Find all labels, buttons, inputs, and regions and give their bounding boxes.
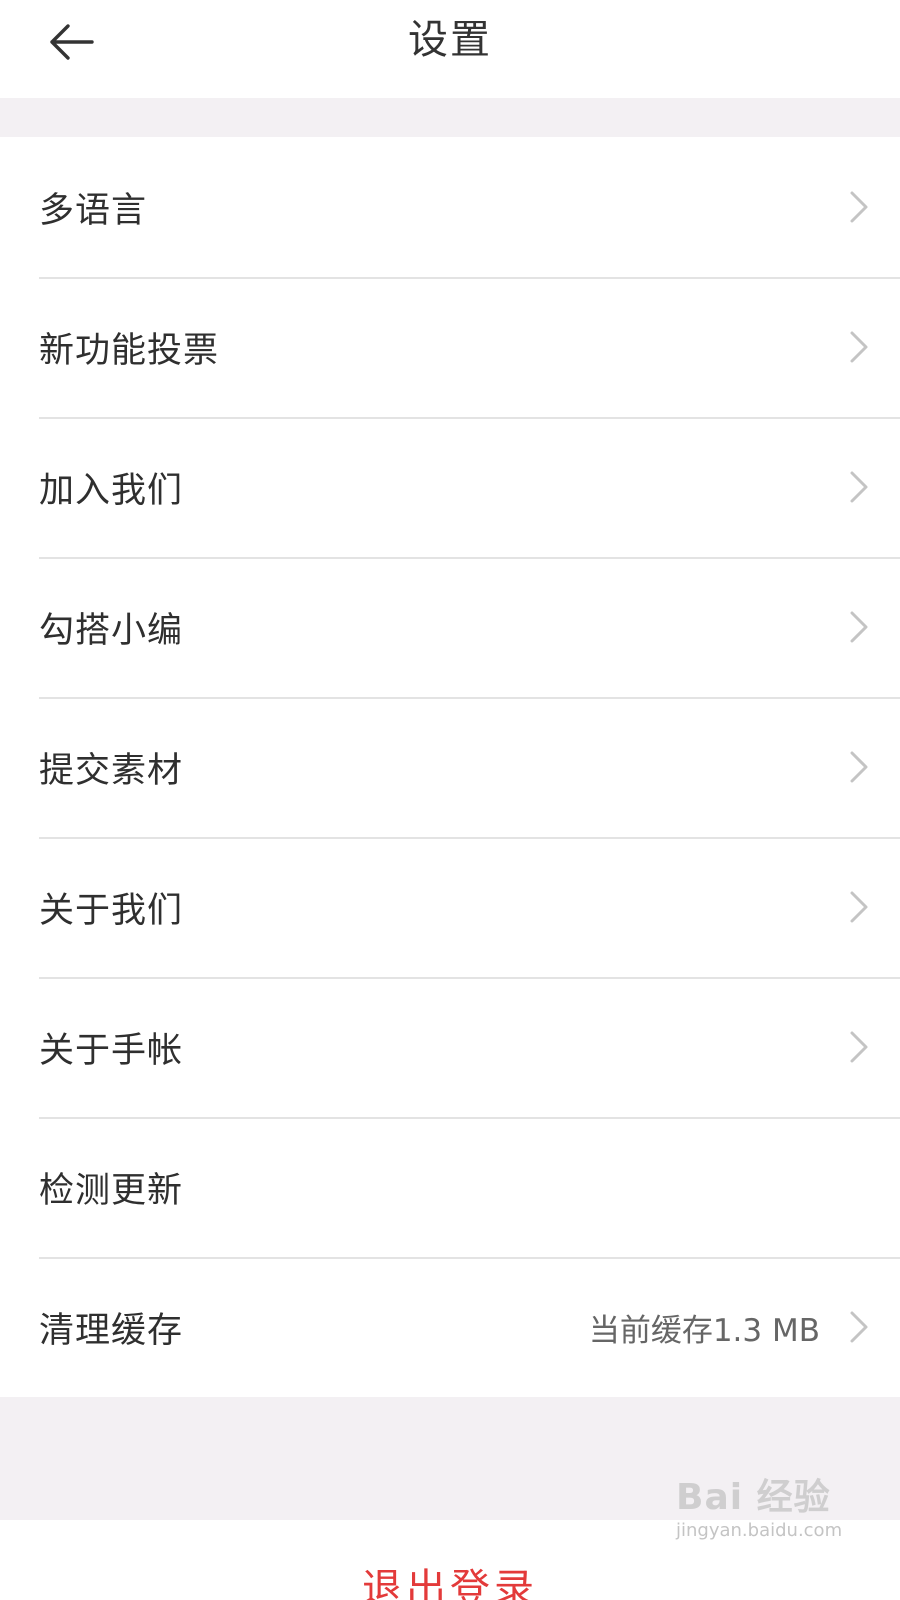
menu-item-contact-editor[interactable]: 勾搭小编 — [0, 557, 900, 697]
menu-item-clear-cache[interactable]: 清理缓存 当前缓存1.3 MB — [0, 1257, 900, 1397]
chevron-right-icon — [848, 1029, 870, 1065]
watermark-brand: Bai 经验 — [676, 1477, 831, 1518]
chevron-right-icon — [848, 469, 870, 505]
menu-item-submit-material[interactable]: 提交素材 — [0, 697, 900, 837]
menu-item-label: 关于手帐 — [39, 1030, 184, 1071]
chevron-right-icon — [848, 749, 870, 785]
menu-item-join-us[interactable]: 加入我们 — [0, 417, 900, 557]
chevron-right-icon — [848, 1309, 870, 1345]
menu-item-about-journal[interactable]: 关于手帐 — [0, 977, 900, 1117]
menu-item-label: 勾搭小编 — [39, 610, 184, 651]
menu-item-languages[interactable]: 多语言 — [0, 137, 900, 277]
menu-item-label: 加入我们 — [39, 470, 184, 511]
chevron-right-icon — [848, 329, 870, 365]
menu-item-label: 检测更新 — [39, 1170, 184, 1211]
cache-size-value: 当前缓存1.3 MB — [588, 1312, 820, 1349]
menu-item-label: 关于我们 — [39, 890, 184, 931]
menu-item-about-us[interactable]: 关于我们 — [0, 837, 900, 977]
chevron-right-icon — [848, 189, 870, 225]
chevron-right-icon — [848, 609, 870, 645]
menu-item-label: 清理缓存 — [39, 1310, 184, 1351]
menu-item-label: 多语言 — [39, 190, 148, 231]
menu-item-label: 新功能投票 — [39, 330, 220, 371]
logout-label: 退出登录 — [362, 1566, 538, 1600]
chevron-right-icon — [848, 889, 870, 925]
settings-menu: 多语言 新功能投票 加入我们 勾搭小编 提交素材 关于我们 关于手帐 检测更新 … — [0, 137, 900, 1397]
page-title: 设置 — [408, 17, 492, 63]
logout-button[interactable]: 退出登录 — [0, 1520, 900, 1600]
menu-item-check-update[interactable]: 检测更新 — [0, 1117, 900, 1257]
menu-item-feature-vote[interactable]: 新功能投票 — [0, 277, 900, 417]
menu-item-label: 提交素材 — [39, 750, 184, 791]
app-header: 设置 — [0, 0, 900, 98]
